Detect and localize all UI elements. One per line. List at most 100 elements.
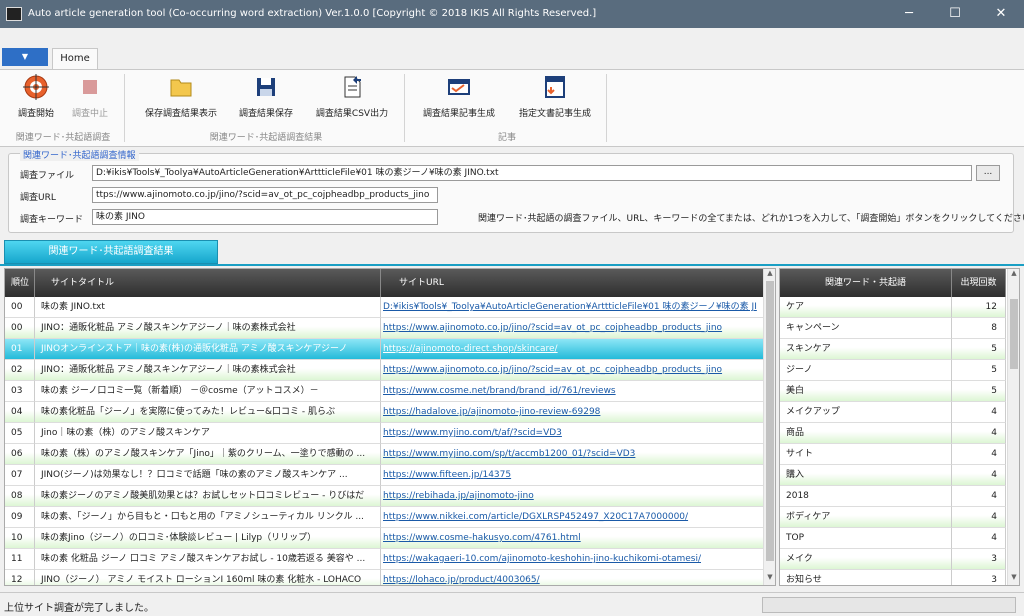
table-row[interactable]: 03 味の素 ジーノ口コミ一覧（新着順） －＠cosme（アットコスメ）－ http… — [5, 381, 765, 402]
list-item[interactable]: キャンペーン 8 — [780, 318, 1006, 339]
cell-rank: 08 — [5, 486, 35, 507]
scroll-down-icon[interactable]: ▼ — [764, 573, 775, 585]
cell-site-url[interactable]: https://www.cosme.net/brand/brand_id/761… — [381, 381, 765, 402]
close-button[interactable]: ✕ — [978, 0, 1024, 28]
cell-site-url[interactable]: https://hadalove.jp/ajinomoto-jino-revie… — [381, 402, 765, 423]
header-keyword[interactable]: 関連ワード・共起語 — [780, 269, 952, 297]
cell-keyword: ジーノ — [780, 360, 952, 381]
cell-site-url[interactable]: https://lohaco.jp/product/4003065/ — [381, 570, 765, 585]
minimize-button[interactable]: ─ — [886, 0, 932, 28]
scroll-thumb[interactable] — [766, 281, 774, 561]
cell-site-title: JINO：通販化粧品 アミノ酸スキンケアジーノ｜味の素株式会社 — [35, 318, 381, 339]
article-generate-icon — [448, 79, 470, 95]
status-text: 上位サイト調査が完了しました。 — [4, 603, 154, 614]
cell-count: 4 — [952, 528, 1006, 549]
site-grid-scrollbar[interactable]: ▲ ▼ — [763, 269, 775, 585]
table-row[interactable]: 04 味の素化粧品「ジーノ」を実際に使ってみた！レビュー&口コミ - 肌らぶ htt… — [5, 402, 765, 423]
table-row[interactable]: 06 味の素（株）のアミノ酸スキンケア「Jino」｜紫のクリーム、一塗りで感動の … — [5, 444, 765, 465]
csv-export-button[interactable]: 調査結果CSV出力 — [310, 74, 394, 119]
scroll-thumb[interactable] — [1010, 299, 1018, 369]
cell-site-url[interactable]: https://www.myjino.com/sp/t/accmb1200_01… — [381, 444, 765, 465]
file-input[interactable]: D:¥ikis¥Tools¥_Toolya¥AutoArticleGenerat… — [92, 165, 972, 181]
list-item[interactable]: 美白 5 — [780, 381, 1006, 402]
cell-site-title: 味の素Jino（ジーノ）の口コミ･体験談レビュー | Lilyp（リリップ） — [35, 528, 381, 549]
list-item[interactable]: メイクアップ 4 — [780, 402, 1006, 423]
cell-keyword: 購入 — [780, 465, 952, 486]
ribbon-separator — [404, 74, 405, 142]
cell-keyword: サイト — [780, 444, 952, 465]
header-site-title[interactable]: サイトタイトル — [35, 269, 381, 297]
cell-site-url[interactable]: https://wakagaeri-10.com/ajinomoto-kesho… — [381, 549, 765, 570]
url-input[interactable]: ttps://www.ajinomoto.co.jp/jino/?scid=av… — [92, 187, 438, 203]
header-site-url[interactable]: サイトURL — [381, 269, 765, 297]
group-label-article: 記事 — [497, 133, 516, 143]
table-row[interactable]: 00 味の素 JINO.txt D:¥ikis¥Tools¥_Toolya¥Auto… — [5, 297, 765, 318]
list-item[interactable]: 2018 4 — [780, 486, 1006, 507]
list-item[interactable]: ジーノ 5 — [780, 360, 1006, 381]
app-icon — [6, 7, 22, 21]
table-row[interactable]: 07 JINO(ジーノ)は効果なし！？口コミで話題「味の素のアミノ酸スキンケア .… — [5, 465, 765, 486]
cell-site-url[interactable]: https://www.ajinomoto.co.jp/jino/?scid=a… — [381, 360, 765, 381]
scroll-down-icon[interactable]: ▼ — [1008, 573, 1019, 585]
cell-site-url[interactable]: https://www.cosme-hakusyo.com/4761.html — [381, 528, 765, 549]
scroll-up-icon[interactable]: ▲ — [1008, 269, 1019, 281]
list-item[interactable]: 購入 4 — [780, 465, 1006, 486]
header-count[interactable]: 出現回数 — [952, 269, 1006, 297]
generate-specified-article-button[interactable]: 指定文書記事生成 — [512, 74, 598, 119]
site-results-grid: 順位 サイトタイトル サイトURL 00 味の素 JINO.txt D:¥ikis¥… — [4, 268, 776, 586]
cell-site-title: JINOオンラインストア｜味の素(株)の通販化粧品 アミノ酸スキンケアジーノ — [35, 339, 381, 360]
header-rank[interactable]: 順位 — [5, 269, 35, 297]
cell-keyword: TOP — [780, 528, 952, 549]
list-item[interactable]: お知らせ 3 — [780, 570, 1006, 585]
browse-button[interactable]: ... — [976, 165, 1000, 181]
table-row[interactable]: 11 味の素 化粧品 ジーノ 口コミ アミノ酸スキンケアお試し - 10歳若返る … — [5, 549, 765, 570]
show-saved-results-button[interactable]: 保存調査結果表示 — [138, 74, 224, 119]
list-item[interactable]: ケア 12 — [780, 297, 1006, 318]
tab-home[interactable]: Home — [52, 48, 98, 70]
instruction-text: 関連ワード･共起語の調査ファイル、URL、キーワードの全てまたは、どれか1つを入… — [478, 214, 1024, 224]
table-row[interactable]: 02 JINO：通販化粧品 アミノ酸スキンケアジーノ｜味の素株式会社 https:/… — [5, 360, 765, 381]
table-row[interactable]: 00 JINO：通販化粧品 アミノ酸スキンケアジーノ｜味の素株式会社 https:/… — [5, 318, 765, 339]
folder-icon — [170, 79, 192, 97]
keyword-grid-header: 関連ワード・共起語 出現回数 — [780, 269, 1006, 297]
cell-keyword: ケア — [780, 297, 952, 318]
table-row[interactable]: 10 味の素Jino（ジーノ）の口コミ･体験談レビュー | Lilyp（リリップ）… — [5, 528, 765, 549]
keyword-grid-scrollbar[interactable]: ▲ ▼ — [1007, 269, 1019, 585]
cell-site-url[interactable]: https://www.fifteen.jp/14375 — [381, 465, 765, 486]
document-generate-icon — [545, 76, 565, 98]
list-item[interactable]: 商品 4 — [780, 423, 1006, 444]
table-row[interactable]: 09 味の素、「ジーノ」から目もと・口もと用の「アミノシューティカル リンクル .… — [5, 507, 765, 528]
file-menu-button[interactable]: ▼ — [2, 48, 48, 66]
generate-article-button[interactable]: 調査結果記事生成 — [416, 74, 502, 119]
cell-site-title: 味の素 化粧品 ジーノ 口コミ アミノ酸スキンケアお試し - 10歳若返る 美容… — [35, 549, 381, 570]
cell-keyword: ボディケア — [780, 507, 952, 528]
cell-site-url[interactable]: https://rebihada.jp/ajinomoto-jino — [381, 486, 765, 507]
table-row[interactable]: 01 JINOオンラインストア｜味の素(株)の通販化粧品 アミノ酸スキンケアジーノ… — [5, 339, 765, 360]
cell-site-title: 味の素（株）のアミノ酸スキンケア「Jino」｜紫のクリーム、一塗りで感動の ..… — [35, 444, 381, 465]
table-row[interactable]: 12 JINO（ジーノ） アミノ モイスト ローションI 160ml 味の素 化粧… — [5, 570, 765, 585]
maximize-button[interactable]: ☐ — [932, 0, 978, 28]
cell-count: 12 — [952, 297, 1006, 318]
tab-survey-results[interactable]: 関連ワード･共起語調査結果 — [4, 240, 218, 264]
keyword-input[interactable]: 味の素 JINO — [92, 209, 438, 225]
stop-survey-button[interactable]: 調査中止 — [68, 74, 112, 119]
table-row[interactable]: 05 Jino｜味の素（株）のアミノ酸スキンケア https://www.myjin… — [5, 423, 765, 444]
list-item[interactable]: TOP 4 — [780, 528, 1006, 549]
start-survey-button[interactable]: 調査開始 — [14, 74, 58, 119]
cell-site-url[interactable]: https://www.myjino.com/t/af/?scid=VD3 — [381, 423, 765, 444]
cell-rank: 03 — [5, 381, 35, 402]
scroll-up-icon[interactable]: ▲ — [764, 269, 775, 281]
cell-site-url[interactable]: https://ajinomoto-direct.shop/skincare/ — [381, 339, 765, 360]
cell-site-title: JINO（ジーノ） アミノ モイスト ローションI 160ml 味の素 化粧水 … — [35, 570, 381, 585]
save-results-button[interactable]: 調査結果保存 — [234, 74, 298, 119]
cell-site-url[interactable]: https://www.ajinomoto.co.jp/jino/?scid=a… — [381, 318, 765, 339]
cell-site-url[interactable]: https://www.nikkei.com/article/DGXLRSP45… — [381, 507, 765, 528]
list-item[interactable]: サイト 4 — [780, 444, 1006, 465]
csv-export-icon — [344, 76, 361, 98]
cell-site-url[interactable]: D:¥ikis¥Tools¥_Toolya¥AutoArticleGenerat… — [381, 297, 765, 318]
list-item[interactable]: ボディケア 4 — [780, 507, 1006, 528]
cell-count: 5 — [952, 339, 1006, 360]
list-item[interactable]: メイク 3 — [780, 549, 1006, 570]
table-row[interactable]: 08 味の素ジーノのアミノ酸美肌効果とは？お試しセット口コミレビュー - りびはだ… — [5, 486, 765, 507]
list-item[interactable]: スキンケア 5 — [780, 339, 1006, 360]
